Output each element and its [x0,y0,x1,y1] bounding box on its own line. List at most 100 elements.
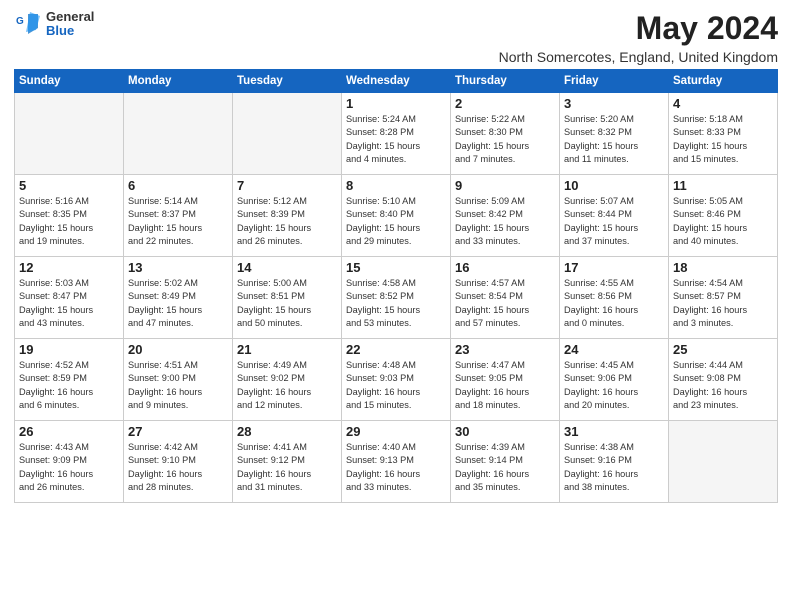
header-monday: Monday [124,70,233,93]
day-info: Sunrise: 4:44 AM Sunset: 9:08 PM Dayligh… [673,359,773,412]
day-info: Sunrise: 5:22 AM Sunset: 8:30 PM Dayligh… [455,113,555,166]
calendar-cell: 9 Sunrise: 5:09 AM Sunset: 8:42 PM Daylig… [451,175,560,257]
day-number: 1 [346,96,446,111]
calendar-cell: 26 Sunrise: 4:43 AM Sunset: 9:09 PM Dayli… [15,421,124,503]
day-info: Sunrise: 4:58 AM Sunset: 8:52 PM Dayligh… [346,277,446,330]
day-number: 7 [237,178,337,193]
day-info: Sunrise: 5:00 AM Sunset: 8:51 PM Dayligh… [237,277,337,330]
calendar-cell: 28 Sunrise: 4:41 AM Sunset: 9:12 PM Dayli… [233,421,342,503]
month-title: May 2024 [499,10,778,47]
header-tuesday: Tuesday [233,70,342,93]
day-number: 26 [19,424,119,439]
day-info: Sunrise: 4:41 AM Sunset: 9:12 PM Dayligh… [237,441,337,494]
logo-blue: Blue [46,24,94,38]
day-info: Sunrise: 4:51 AM Sunset: 9:00 PM Dayligh… [128,359,228,412]
calendar-cell: 29Sunrise: 4:40 AM Sunset: 9:13 PM Dayli… [342,421,451,503]
day-number: 23 [455,342,555,357]
day-number: 28 [237,424,337,439]
day-info: Sunrise: 5:14 AM Sunset: 8:37 PM Dayligh… [128,195,228,248]
calendar-cell [669,421,778,503]
day-info: Sunrise: 4:38 AM Sunset: 9:16 PM Dayligh… [564,441,664,494]
calendar-cell: 24 Sunrise: 4:45 AM Sunset: 9:06 PM Dayli… [560,339,669,421]
calendar-header-row: Sunday Monday Tuesday Wednesday Thursday… [15,70,778,93]
day-info: Sunrise: 5:12 AM Sunset: 8:39 PM Dayligh… [237,195,337,248]
day-info: Sunrise: 4:45 AM Sunset: 9:06 PM Dayligh… [564,359,664,412]
day-info: Sunrise: 4:57 AM Sunset: 8:54 PM Dayligh… [455,277,555,330]
calendar-cell: 14 Sunrise: 5:00 AM Sunset: 8:51 PM Dayli… [233,257,342,339]
day-number: 20 [128,342,228,357]
day-number: 24 [564,342,664,357]
calendar-cell: 10 Sunrise: 5:07 AM Sunset: 8:44 PM Dayli… [560,175,669,257]
day-info: Sunrise: 5:07 AM Sunset: 8:44 PM Dayligh… [564,195,664,248]
calendar-cell: 21Sunrise: 4:49 AM Sunset: 9:02 PM Dayli… [233,339,342,421]
calendar-cell [233,93,342,175]
day-number: 10 [564,178,664,193]
day-number: 29 [346,424,446,439]
title-area: May 2024 North Somercotes, England, Unit… [499,10,778,65]
day-info: Sunrise: 4:47 AM Sunset: 9:05 PM Dayligh… [455,359,555,412]
logo-text: General Blue [46,10,94,39]
location: North Somercotes, England, United Kingdo… [499,49,778,65]
calendar-cell: 7 Sunrise: 5:12 AM Sunset: 8:39 PM Daylig… [233,175,342,257]
calendar-cell: 8 Sunrise: 5:10 AM Sunset: 8:40 PM Daylig… [342,175,451,257]
day-info: Sunrise: 4:54 AM Sunset: 8:57 PM Dayligh… [673,277,773,330]
calendar-week-0: 1Sunrise: 5:24 AM Sunset: 8:28 PM Daylig… [15,93,778,175]
day-info: Sunrise: 4:42 AM Sunset: 9:10 PM Dayligh… [128,441,228,494]
header-sunday: Sunday [15,70,124,93]
day-info: Sunrise: 5:20 AM Sunset: 8:32 PM Dayligh… [564,113,664,166]
calendar-cell: 11Sunrise: 5:05 AM Sunset: 8:46 PM Dayli… [669,175,778,257]
day-number: 22 [346,342,446,357]
calendar-cell: 6Sunrise: 5:14 AM Sunset: 8:37 PM Daylig… [124,175,233,257]
day-number: 27 [128,424,228,439]
day-number: 30 [455,424,555,439]
day-number: 3 [564,96,664,111]
day-info: Sunrise: 5:02 AM Sunset: 8:49 PM Dayligh… [128,277,228,330]
svg-text:G: G [16,16,24,27]
day-number: 8 [346,178,446,193]
day-number: 5 [19,178,119,193]
calendar-cell: 23 Sunrise: 4:47 AM Sunset: 9:05 PM Dayli… [451,339,560,421]
calendar-week-3: 19Sunrise: 4:52 AM Sunset: 8:59 PM Dayli… [15,339,778,421]
day-info: Sunrise: 4:49 AM Sunset: 9:02 PM Dayligh… [237,359,337,412]
calendar-table: Sunday Monday Tuesday Wednesday Thursday… [14,69,778,503]
calendar-cell: 31 Sunrise: 4:38 AM Sunset: 9:16 PM Dayli… [560,421,669,503]
calendar-cell: 12 Sunrise: 5:03 AM Sunset: 8:47 PM Dayli… [15,257,124,339]
logo: G General Blue [14,10,94,39]
header-thursday: Thursday [451,70,560,93]
day-number: 9 [455,178,555,193]
calendar-cell: 13Sunrise: 5:02 AM Sunset: 8:49 PM Dayli… [124,257,233,339]
calendar-cell: 30Sunrise: 4:39 AM Sunset: 9:14 PM Dayli… [451,421,560,503]
calendar-cell: 3 Sunrise: 5:20 AM Sunset: 8:32 PM Daylig… [560,93,669,175]
calendar-cell: 17 Sunrise: 4:55 AM Sunset: 8:56 PM Dayli… [560,257,669,339]
page: G General Blue May 2024 North Somercotes… [0,0,792,612]
day-info: Sunrise: 5:16 AM Sunset: 8:35 PM Dayligh… [19,195,119,248]
calendar-cell: 5 Sunrise: 5:16 AM Sunset: 8:35 PM Daylig… [15,175,124,257]
calendar-cell: 19Sunrise: 4:52 AM Sunset: 8:59 PM Dayli… [15,339,124,421]
day-info: Sunrise: 5:03 AM Sunset: 8:47 PM Dayligh… [19,277,119,330]
day-number: 16 [455,260,555,275]
day-number: 31 [564,424,664,439]
day-number: 17 [564,260,664,275]
calendar-cell: 4Sunrise: 5:18 AM Sunset: 8:33 PM Daylig… [669,93,778,175]
day-number: 12 [19,260,119,275]
calendar-cell: 1Sunrise: 5:24 AM Sunset: 8:28 PM Daylig… [342,93,451,175]
day-number: 19 [19,342,119,357]
day-info: Sunrise: 5:10 AM Sunset: 8:40 PM Dayligh… [346,195,446,248]
day-number: 14 [237,260,337,275]
day-info: Sunrise: 4:43 AM Sunset: 9:09 PM Dayligh… [19,441,119,494]
header-wednesday: Wednesday [342,70,451,93]
calendar-cell: 27 Sunrise: 4:42 AM Sunset: 9:10 PM Dayli… [124,421,233,503]
day-info: Sunrise: 5:18 AM Sunset: 8:33 PM Dayligh… [673,113,773,166]
calendar-cell: 22Sunrise: 4:48 AM Sunset: 9:03 PM Dayli… [342,339,451,421]
calendar-cell [124,93,233,175]
day-info: Sunrise: 4:55 AM Sunset: 8:56 PM Dayligh… [564,277,664,330]
calendar-cell: 18 Sunrise: 4:54 AM Sunset: 8:57 PM Dayli… [669,257,778,339]
calendar-cell: 25Sunrise: 4:44 AM Sunset: 9:08 PM Dayli… [669,339,778,421]
calendar-cell: 20 Sunrise: 4:51 AM Sunset: 9:00 PM Dayli… [124,339,233,421]
day-number: 18 [673,260,773,275]
header-saturday: Saturday [669,70,778,93]
header-friday: Friday [560,70,669,93]
day-info: Sunrise: 5:05 AM Sunset: 8:46 PM Dayligh… [673,195,773,248]
day-info: Sunrise: 5:09 AM Sunset: 8:42 PM Dayligh… [455,195,555,248]
logo-general: General [46,10,94,24]
